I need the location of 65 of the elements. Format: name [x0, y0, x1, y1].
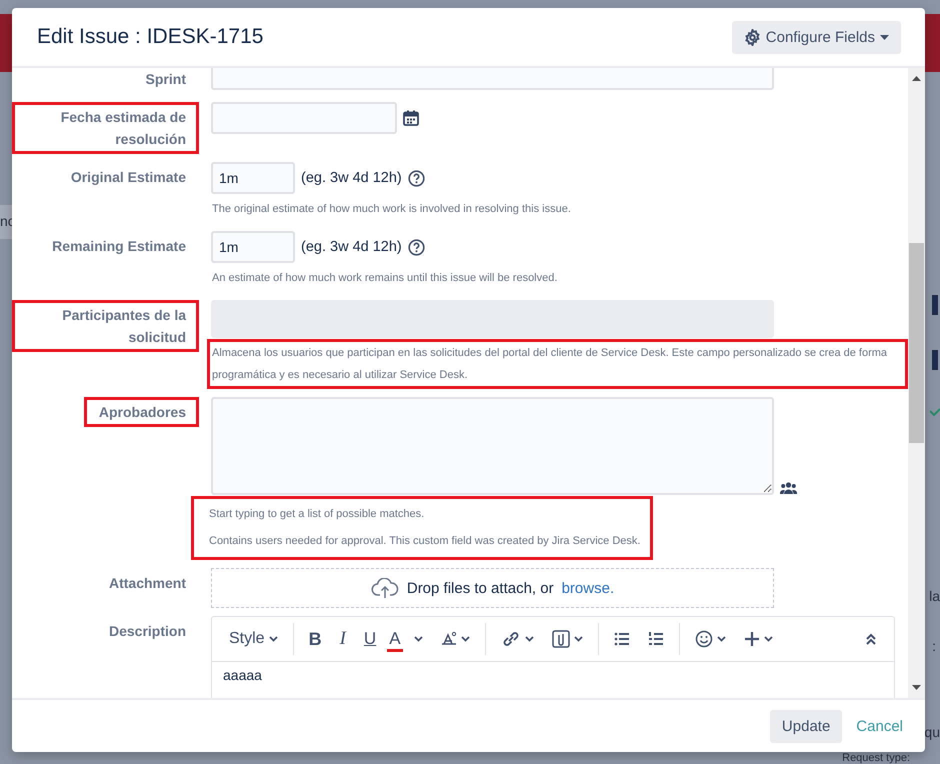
underline-button[interactable]: U — [356, 625, 384, 653]
update-button[interactable]: Update — [770, 710, 842, 742]
configure-fields-button[interactable]: Configure Fields — [732, 20, 901, 54]
scrollbar[interactable] — [908, 68, 925, 698]
scroll-up-icon[interactable] — [912, 76, 921, 81]
help-text: Contains users needed for approval. This custom field was created by Jira Service Desk. — [209, 534, 640, 549]
field-label: Description — [108, 622, 187, 641]
help-icon[interactable] — [408, 238, 425, 256]
style-dropdown[interactable]: Style — [222, 626, 285, 652]
format-hint: (eg. 3w 4d 12h) — [301, 170, 402, 186]
editor-text: aaaaa — [222, 666, 263, 685]
text-color-button[interactable]: A — [387, 626, 403, 652]
field-label: Original Estimate — [70, 168, 187, 187]
background-text: Request type: — [842, 752, 910, 764]
check-icon — [930, 408, 940, 418]
help-text: Start typing to get a list of possible matches. — [209, 507, 426, 522]
users-icon[interactable] — [780, 482, 797, 495]
date-field[interactable] — [211, 102, 397, 134]
plus-icon — [744, 631, 760, 647]
field-label: Sprint — [144, 70, 187, 89]
description-editor[interactable]: Style B I U A aaaaa — [211, 616, 895, 698]
estimate-field[interactable]: 1m — [211, 231, 295, 263]
field-label: Fecha estimada de resolución — [12, 102, 199, 154]
field-label: Attachment — [108, 574, 187, 593]
caret-icon — [524, 636, 534, 642]
caret-icon — [880, 34, 889, 40]
bold-button[interactable]: B — [302, 624, 329, 654]
settings-icon — [744, 28, 761, 46]
italic-button[interactable]: I — [332, 624, 353, 654]
cloud-upload-icon — [370, 578, 399, 598]
strikethrough-format-icon — [440, 631, 457, 647]
field-label: Remaining Estimate — [51, 237, 187, 256]
numbered-list-icon — [648, 631, 664, 647]
caret-icon — [460, 636, 470, 642]
field-label: Participantes de la solicitud — [12, 300, 199, 352]
drop-files-text: Drop files to attach, or — [406, 580, 554, 596]
scroll-down-icon[interactable] — [912, 685, 921, 690]
scrollbar-thumb[interactable] — [909, 243, 924, 443]
caret-icon — [268, 636, 278, 642]
background-marker — [932, 350, 938, 370]
help-text: The original estimate of how much work is involved in resolving this issue. — [212, 202, 571, 217]
caret-icon — [414, 636, 423, 642]
help-text: Almacena los usuarios que participan en las solicitudes del portal del cliente de Service Desk. Este campo personalizado se crea de forma programática y es necesario al utilizar Service Desk. — [212, 346, 888, 383]
field-label: Aprobadores — [84, 397, 199, 427]
caret-icon — [716, 636, 726, 642]
calendar-icon[interactable] — [403, 110, 419, 126]
double-chevron-up-icon — [865, 632, 877, 646]
background-text: la — [929, 588, 940, 604]
dialog-title: Edit Issue : IDESK-1715 — [37, 25, 264, 49]
background-text: : — [932, 638, 936, 654]
paperclip-icon — [552, 630, 570, 648]
format-hint: (eg. 3w 4d 12h) — [301, 239, 402, 255]
estimate-field[interactable]: 1m — [211, 162, 295, 194]
caret-icon — [764, 636, 773, 642]
caret-icon — [574, 636, 583, 642]
link-icon — [500, 631, 521, 647]
background-text: qu — [924, 724, 940, 740]
background-marker — [932, 295, 938, 315]
bullet-list-icon — [614, 632, 630, 646]
browse-link[interactable]: browse. — [562, 580, 614, 596]
file-drop-zone[interactable]: Drop files to attach, or browse. — [211, 568, 774, 608]
smiley-icon — [694, 630, 713, 648]
help-icon[interactable] — [408, 170, 425, 186]
approvers-field[interactable] — [211, 397, 774, 495]
help-text: An estimate of how much work remains until this issue will be resolved. — [212, 271, 558, 286]
